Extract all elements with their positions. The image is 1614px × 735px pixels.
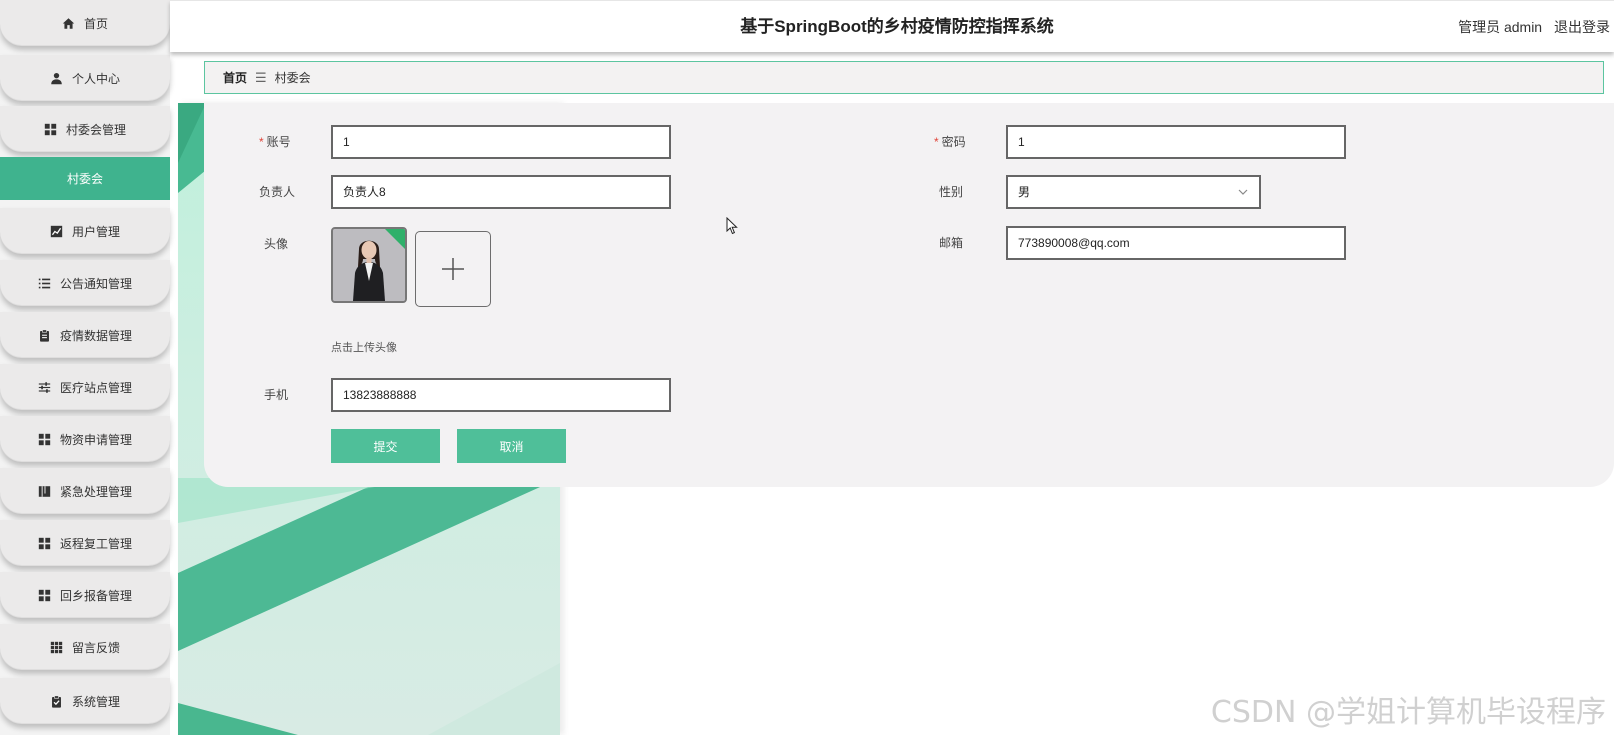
sidebar-subitem-committee[interactable]: 村委会 <box>0 157 170 200</box>
manager-field[interactable]: 负责人8 <box>331 175 671 209</box>
avatar-preview[interactable] <box>331 227 407 303</box>
sidebar-item-hometown-report[interactable]: 回乡报备管理 <box>0 572 170 618</box>
password-label: * 密码 <box>934 135 966 149</box>
grid-icon <box>44 122 58 136</box>
submit-button[interactable]: 提交 <box>331 429 440 463</box>
sidebar-item-feedback[interactable]: 留言反馈 <box>0 624 170 670</box>
breadcrumb: 首页 ☰ 村委会 <box>204 61 1604 94</box>
logout-link[interactable]: 退出登录 <box>1554 19 1610 35</box>
sidebar-item-home[interactable]: 首页 <box>0 0 170 46</box>
current-user: 管理员 admin <box>1458 19 1543 35</box>
gender-selected-value: 男 <box>1018 185 1031 199</box>
sliders-icon <box>38 380 52 394</box>
sidebar-item-label: 回乡报备管理 <box>59 588 132 603</box>
phone-field[interactable]: 13823888888 <box>331 378 671 412</box>
sidebar-item-label: 医疗站点管理 <box>59 380 132 395</box>
email-label: 邮箱 <box>939 236 964 250</box>
sidebar-item-label: 公告通知管理 <box>59 276 132 291</box>
edit-form: *账号 1 *密码 1 负责人 负责人8 性别 男 头像 点击上传头像 邮箱 <box>204 103 1614 487</box>
sidebar-item-label: 首页 <box>83 16 108 31</box>
apps-icon <box>50 640 64 654</box>
upload-avatar-button[interactable] <box>415 231 491 307</box>
email-field[interactable]: 773890008@qq.com <box>1006 226 1346 260</box>
sidebar-item-label: 村委会管理 <box>65 122 126 137</box>
watermark: CSDN @学姐计算机毕设程序 <box>1210 695 1606 730</box>
book-icon <box>38 484 52 498</box>
user-area: 管理员 admin 退出登录 <box>1458 1 1610 53</box>
phone-label: 手机 <box>264 388 289 402</box>
list-icon <box>38 276 52 290</box>
cancel-button[interactable]: 取消 <box>457 429 566 463</box>
sidebar-item-label: 个人中心 <box>71 71 120 86</box>
home-icon <box>62 16 76 30</box>
avatar-label: 头像 <box>264 237 289 251</box>
sidebar-item-system-management[interactable]: 系统管理 <box>0 678 170 724</box>
account-field[interactable]: 1 <box>331 125 671 159</box>
sidebar-item-return-to-work[interactable]: 返程复工管理 <box>0 520 170 566</box>
grid-icon <box>38 432 52 446</box>
sidebar-item-label: 系统管理 <box>71 694 120 709</box>
sidebar-item-label: 物资申请管理 <box>59 432 132 447</box>
page-title: 基于SpringBoot的乡村疫情防控指挥系统 <box>740 17 1054 36</box>
clipboard-icon <box>38 328 52 342</box>
required-mark: * <box>934 135 939 149</box>
plus-icon <box>442 258 464 280</box>
sidebar-item-supply-requests[interactable]: 物资申请管理 <box>0 416 170 462</box>
sidebar-item-user-management[interactable]: 用户管理 <box>0 208 170 254</box>
top-header: 基于SpringBoot的乡村疫情防控指挥系统 管理员 admin 退出登录 <box>170 0 1614 52</box>
required-mark: * <box>259 135 264 149</box>
breadcrumb-home[interactable]: 首页 <box>223 69 247 86</box>
breadcrumb-separator-icon: ☰ <box>255 69 267 85</box>
clipboard-check-icon <box>50 694 64 708</box>
sidebar-item-label: 紧急处理管理 <box>59 484 132 499</box>
chevron-down-icon <box>1238 189 1248 195</box>
grid-icon <box>38 588 52 602</box>
gender-label: 性别 <box>939 185 964 199</box>
sidebar-item-emergency-handling[interactable]: 紧急处理管理 <box>0 468 170 514</box>
mouse-cursor-icon <box>726 217 738 235</box>
sidebar-item-committee-management[interactable]: 村委会管理 <box>0 106 170 152</box>
sidebar-item-epidemic-data[interactable]: 疫情数据管理 <box>0 312 170 358</box>
sidebar-item-label: 返程复工管理 <box>59 536 132 551</box>
chart-icon <box>50 224 64 238</box>
sidebar-item-label: 疫情数据管理 <box>59 328 132 343</box>
sidebar: 首页 个人中心 村委会管理 村委会 用户管理 公告通知管理 疫情数据管理 医疗站… <box>0 0 170 735</box>
account-label: * 账号 <box>259 135 291 149</box>
sidebar-item-notice-management[interactable]: 公告通知管理 <box>0 260 170 306</box>
sidebar-item-personal-center[interactable]: 个人中心 <box>0 55 170 101</box>
avatar-image <box>333 229 405 301</box>
breadcrumb-current: 村委会 <box>274 71 311 85</box>
gender-select[interactable]: 男 <box>1006 175 1261 209</box>
user-icon <box>50 71 64 85</box>
sidebar-item-label: 留言反馈 <box>71 640 120 655</box>
grid-icon <box>38 536 52 550</box>
sidebar-item-medical-sites[interactable]: 医疗站点管理 <box>0 364 170 410</box>
manager-label: 负责人 <box>259 185 296 199</box>
sidebar-subitem-label: 村委会 <box>66 172 103 186</box>
password-field[interactable]: 1 <box>1006 125 1346 159</box>
upload-hint: 点击上传头像 <box>331 342 397 354</box>
sidebar-item-label: 用户管理 <box>71 224 120 239</box>
